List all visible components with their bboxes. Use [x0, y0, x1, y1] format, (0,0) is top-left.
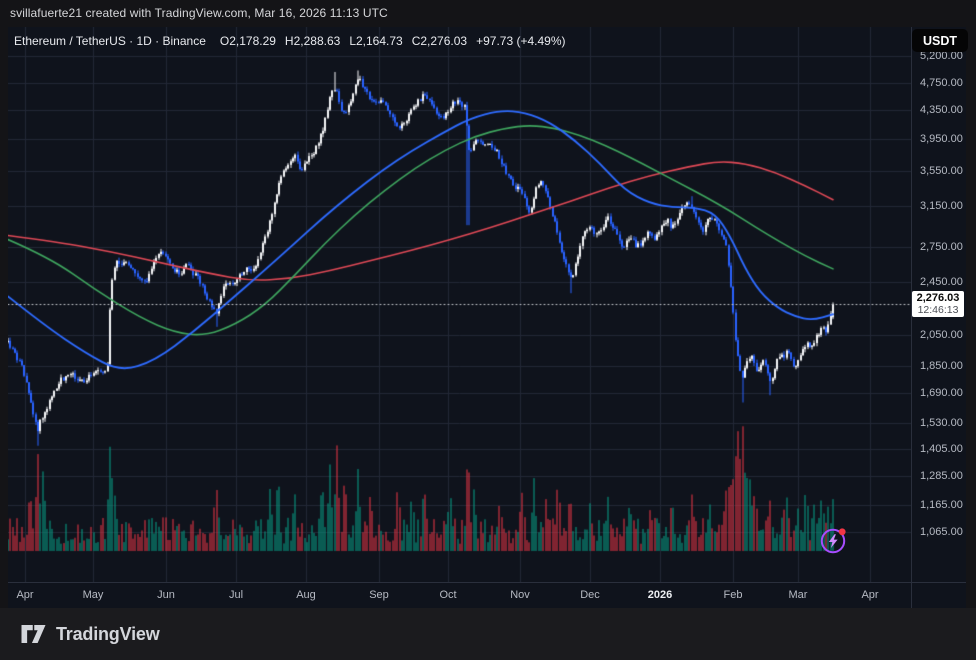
time-tick-label: Oct [439, 589, 456, 601]
time-tick-label: 2026 [648, 589, 672, 601]
time-tick-label: Jun [157, 589, 175, 601]
last-price-value: 2,276.03 [917, 292, 960, 304]
price-tick-label: 4,350.00 [920, 104, 963, 116]
time-tick-label: Sep [369, 589, 389, 601]
ohlc-high: H2,288.63 [285, 34, 340, 48]
price-tick-label: 3,950.00 [920, 133, 963, 145]
price-chart-canvas[interactable] [8, 27, 911, 582]
time-tick-label: Apr [16, 589, 33, 601]
ohlc-low: L2,164.73 [349, 34, 402, 48]
time-tick-label: May [83, 589, 104, 601]
currency-toggle-button[interactable]: USDT [912, 29, 968, 52]
price-tick-label: 3,150.00 [920, 200, 963, 212]
price-tick-label: 2,750.00 [920, 241, 963, 253]
time-tick-label: Nov [510, 589, 530, 601]
time-tick-label: Apr [861, 589, 878, 601]
price-tick-label: 2,050.00 [920, 329, 963, 341]
symbol-title[interactable]: Ethereum / TetherUS · 1D · Binance [14, 34, 206, 48]
price-tick-label: 3,550.00 [920, 165, 963, 177]
alert-lightning-button[interactable] [819, 526, 849, 556]
chart-widget: Ethereum / TetherUS · 1D · Binance O2,17… [8, 27, 966, 608]
symbol-header: Ethereum / TetherUS · 1D · Binance O2,17… [14, 32, 575, 50]
price-tick-label: 4,750.00 [920, 77, 963, 89]
price-tick-label: 1,690.00 [920, 387, 963, 399]
price-tick-label: 1,065.00 [920, 526, 963, 538]
time-tick-label: Aug [296, 589, 316, 601]
time-tick-label: Feb [724, 589, 743, 601]
tradingview-wordmark[interactable]: TradingView [56, 624, 160, 645]
page-frame: svillafuerte21 created with TradingView.… [0, 0, 976, 660]
bottom-brand-bar: TradingView [0, 608, 976, 660]
price-tick-label: 1,405.00 [920, 443, 963, 455]
bar-countdown: 12:46:13 [918, 304, 959, 316]
attribution-text: svillafuerte21 created with TradingView.… [10, 6, 388, 20]
tradingview-logo-icon[interactable] [20, 622, 47, 646]
notification-dot [839, 528, 846, 535]
last-price-label[interactable]: 2,276.03 12:46:13 [912, 291, 964, 317]
price-tick-label: 1,850.00 [920, 360, 963, 372]
ohlc-change: +97.73 (+4.49%) [476, 34, 565, 48]
ohlc-close: C2,276.03 [412, 34, 467, 48]
ohlc-open: O2,178.29 [220, 34, 276, 48]
price-tick-label: 1,285.00 [920, 470, 963, 482]
price-axis[interactable]: 2,276.03 12:46:13 5,200.004,750.004,350.… [911, 27, 966, 582]
tradingview-screenshot: { "attribution": "svillafuerte21 created… [0, 0, 976, 660]
price-tick-label: 1,530.00 [920, 417, 963, 429]
time-tick-label: Mar [789, 589, 808, 601]
time-tick-label: Jul [229, 589, 243, 601]
time-axis[interactable]: Apr May Jun Jul Aug Sep Oct Nov Dec 2026 Feb Mar Apr [8, 582, 966, 609]
price-tick-label: 2,450.00 [920, 276, 963, 288]
lightning-bolt-icon [829, 534, 838, 548]
price-tick-label: 1,165.00 [920, 499, 963, 511]
time-tick-label: Dec [580, 589, 600, 601]
